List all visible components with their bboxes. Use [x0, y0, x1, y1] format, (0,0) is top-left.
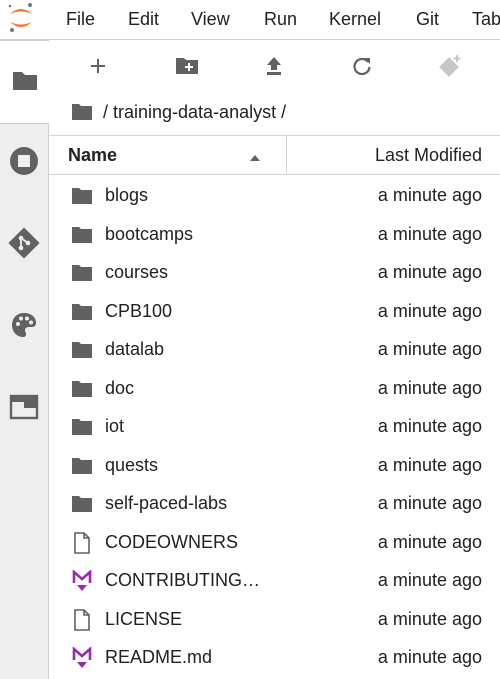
- folder-icon: [71, 339, 93, 361]
- palette-icon: [10, 311, 38, 344]
- file-list-item[interactable]: doc a minute ago: [49, 369, 500, 408]
- markdown-file-icon: [71, 570, 93, 592]
- file-name: README.md: [105, 647, 213, 667]
- sidebar-tab-git[interactable]: [0, 204, 48, 286]
- file-modified: a minute ago: [377, 493, 482, 513]
- file-name: courses: [105, 262, 169, 282]
- plus-icon: [89, 57, 107, 80]
- sidebar-tab-running[interactable]: [0, 122, 48, 204]
- sidebar-tab-property-inspector[interactable]: [0, 286, 48, 368]
- file-name: quests: [105, 454, 159, 475]
- folder-icon: [71, 493, 93, 515]
- git-clone-icon: [438, 54, 462, 83]
- folder-icon: [71, 455, 93, 477]
- file-modified: a minute ago: [377, 647, 482, 667]
- menu-kernel[interactable]: Kernel: [329, 9, 381, 30]
- file-name: datalab: [105, 339, 165, 359]
- left-sidebar: [0, 40, 49, 679]
- file-list-item[interactable]: quests a minute ago: [49, 446, 500, 485]
- file-modified: a minute ago: [377, 377, 482, 398]
- file-modified: a minute ago: [377, 570, 482, 590]
- folder-icon: [71, 301, 93, 323]
- home-folder-icon[interactable]: [71, 103, 93, 121]
- file-name: iot: [105, 416, 125, 436]
- file-name: bootcamps: [105, 223, 194, 244]
- tab-icon: [9, 394, 39, 425]
- name-column-header[interactable]: Name: [49, 136, 287, 174]
- file-name: LICENSE: [105, 608, 183, 629]
- file-modified: a minute ago: [377, 454, 482, 475]
- file-name: CONTRIBUTING…: [105, 570, 260, 590]
- file-name: self-paced-labs: [105, 493, 228, 513]
- menu-file[interactable]: File: [66, 9, 95, 30]
- file-list-item[interactable]: CONTRIBUTING… a minute ago: [49, 561, 500, 600]
- menu-edit[interactable]: Edit: [128, 9, 159, 30]
- sort-ascending-icon: [249, 149, 261, 167]
- refresh-icon: [351, 55, 373, 82]
- file-name: CODEOWNERS: [105, 531, 239, 552]
- file-modified: a minute ago: [377, 300, 482, 321]
- file-list-item[interactable]: iot a minute ago: [49, 407, 500, 446]
- file-list-item[interactable]: bootcamps a minute ago: [49, 215, 500, 254]
- folder-icon: [71, 262, 93, 284]
- file-list-item[interactable]: self-paced-labs a minute ago: [49, 484, 500, 523]
- breadcrumb-path[interactable]: / training-data-analyst /: [103, 102, 286, 123]
- file-name: blogs: [105, 185, 149, 205]
- file-modified: a minute ago: [377, 262, 482, 282]
- menu-run[interactable]: Run: [264, 9, 297, 30]
- new-folder-button[interactable]: [172, 54, 202, 82]
- file-list: blogs a minute ago bootcamps a minute ago co…: [49, 176, 500, 677]
- name-column-label: Name: [68, 145, 118, 165]
- file-list-item[interactable]: datalab a minute ago: [49, 330, 500, 369]
- file-list-item[interactable]: README.md a minute ago: [49, 638, 500, 677]
- file-list-item[interactable]: courses a minute ago: [49, 253, 500, 292]
- refresh-button[interactable]: [347, 54, 377, 82]
- file-modified: a minute ago: [377, 416, 482, 436]
- file-modified: a minute ago: [377, 339, 482, 359]
- jupyterlab-window: File Edit View Run Kernel Git Tab / trai…: [0, 0, 500, 679]
- menu-git[interactable]: Git: [416, 9, 439, 30]
- file-icon: [71, 531, 93, 554]
- file-name: CPB100: [105, 300, 173, 321]
- file-name: doc: [105, 377, 135, 398]
- file-modified: a minute ago: [377, 608, 482, 629]
- file-icon: [71, 608, 93, 631]
- file-modified: a minute ago: [377, 531, 482, 552]
- folder-icon: [71, 224, 93, 246]
- menu-bar: File Edit View Run Kernel Git Tab: [0, 0, 500, 40]
- sidebar-tab-file-browser[interactable]: [0, 40, 49, 124]
- jupyter-logo-icon: [4, 1, 38, 35]
- markdown-file-icon: [71, 647, 93, 669]
- last-modified-column-header[interactable]: Last Modified: [375, 145, 482, 166]
- folder-icon: [11, 68, 39, 97]
- upload-button[interactable]: [259, 54, 289, 82]
- file-list-header: Name Last Modified: [49, 135, 500, 175]
- new-launcher-button[interactable]: [83, 54, 113, 82]
- git-icon: [8, 226, 40, 264]
- sidebar-tab-open-tabs[interactable]: [0, 368, 48, 450]
- menu-tabs[interactable]: Tab: [472, 9, 500, 30]
- stop-circle-icon: [9, 146, 39, 181]
- folder-icon: [71, 378, 93, 400]
- git-clone-button[interactable]: [435, 54, 465, 82]
- file-list-item[interactable]: blogs a minute ago: [49, 176, 500, 215]
- folder-icon: [71, 416, 93, 438]
- file-list-item[interactable]: CODEOWNERS a minute ago: [49, 523, 500, 562]
- menu-view[interactable]: View: [191, 9, 230, 30]
- file-list-item[interactable]: LICENSE a minute ago: [49, 600, 500, 639]
- folder-icon: [71, 185, 93, 207]
- new-folder-icon: [175, 56, 199, 81]
- file-browser-panel: / training-data-analyst / Name Last Modi…: [49, 40, 500, 679]
- upload-icon: [264, 55, 284, 82]
- file-modified: a minute ago: [377, 185, 482, 205]
- file-modified: a minute ago: [377, 223, 482, 244]
- breadcrumb: / training-data-analyst /: [71, 100, 286, 124]
- file-list-item[interactable]: CPB100 a minute ago: [49, 292, 500, 331]
